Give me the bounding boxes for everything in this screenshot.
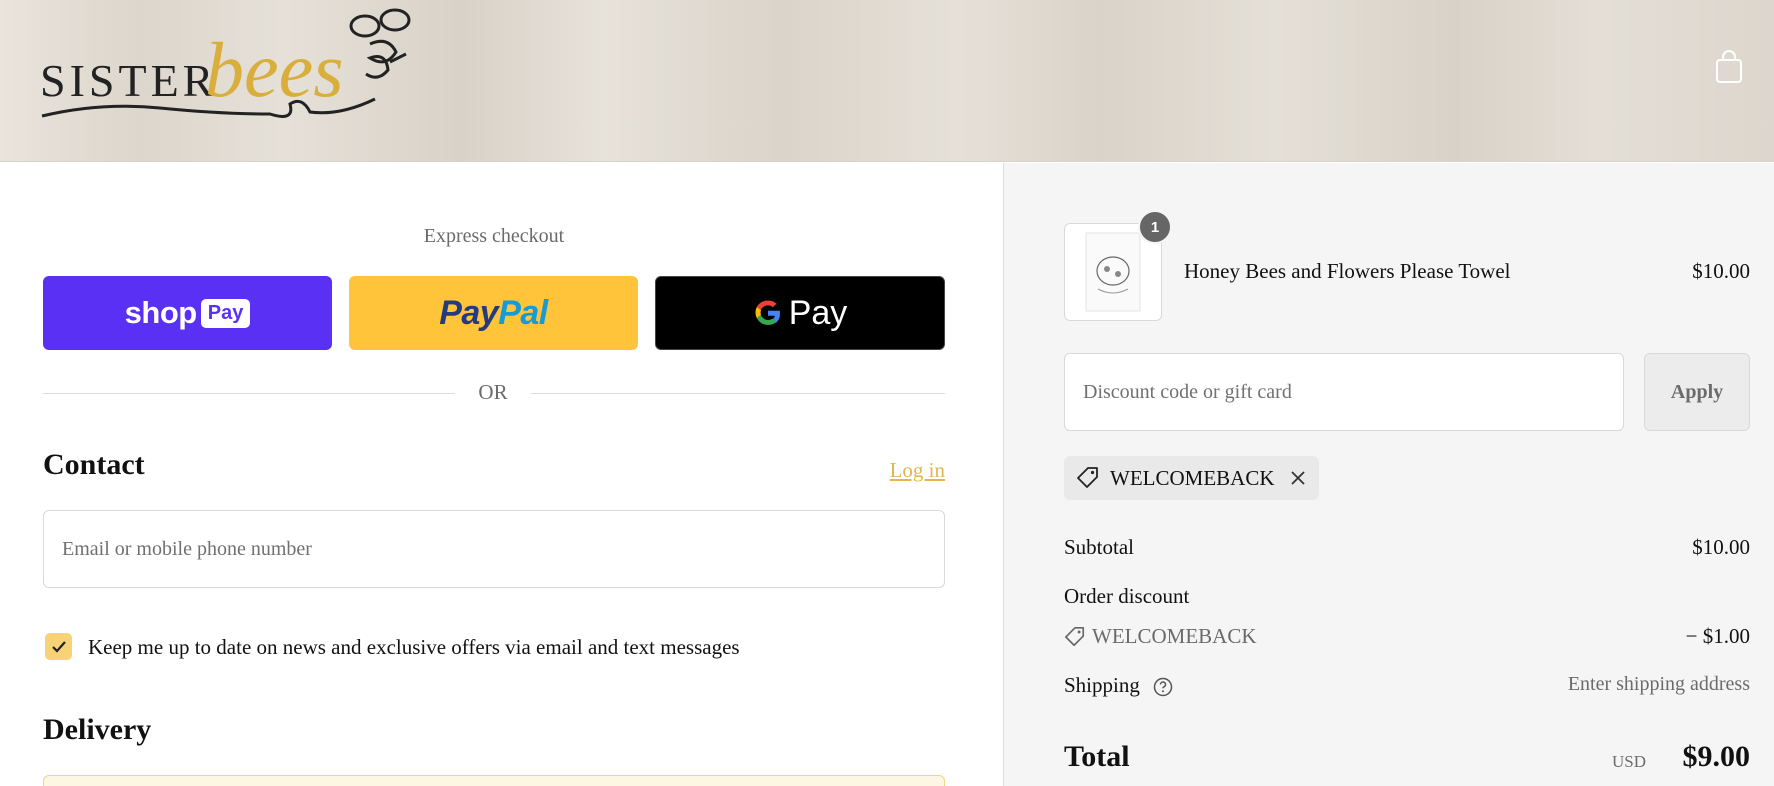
subtotal-value: $10.00 xyxy=(1692,535,1750,559)
logo-text-main: SISTER xyxy=(40,55,217,106)
total-value: $9.00 xyxy=(1682,740,1751,773)
product-name: Honey Bees and Flowers Please Towel xyxy=(1184,259,1511,283)
discount-code-input[interactable] xyxy=(1064,353,1624,431)
apply-discount-button[interactable]: Apply xyxy=(1644,353,1750,431)
marketing-checkbox-label[interactable]: Keep me up to date on news and exclusive… xyxy=(88,635,740,660)
tag-icon xyxy=(1065,626,1085,646)
shipping-row: Shipping xyxy=(1064,673,1173,698)
order-discount-value: − $1.00 xyxy=(1685,624,1750,648)
or-label: OR xyxy=(478,380,508,404)
email-field[interactable] xyxy=(43,510,945,588)
remove-discount-icon[interactable] xyxy=(1289,469,1307,487)
paypal-logo-pal: Pal xyxy=(498,293,548,332)
contact-heading: Contact xyxy=(43,448,145,481)
header: SISTER bees xyxy=(0,0,1774,162)
applied-discount-chip: WELCOMEBACK xyxy=(1064,456,1319,500)
shipping-value: Enter shipping address xyxy=(1567,673,1750,695)
paypal-button[interactable]: PayPal xyxy=(349,276,638,350)
shopping-bag-icon[interactable] xyxy=(1714,50,1744,84)
help-icon[interactable] xyxy=(1153,677,1173,697)
login-link[interactable]: Log in xyxy=(858,458,945,483)
delivery-section-box[interactable] xyxy=(43,775,945,786)
shop-pay-word: shop xyxy=(124,295,198,330)
tag-icon xyxy=(1077,467,1098,488)
shop-pay-badge: Pay xyxy=(200,298,251,328)
sister-bees-logo[interactable]: SISTER bees xyxy=(40,4,460,134)
paypal-logo: PayPal xyxy=(439,294,548,333)
google-pay-word: Pay xyxy=(788,293,848,332)
total-currency: USD xyxy=(1611,752,1646,771)
express-checkout-title: Express checkout xyxy=(423,225,565,247)
quantity-badge: 1 xyxy=(1138,210,1172,244)
checkout-form: Express checkout shop Pay PayPal Pay OR … xyxy=(0,163,1003,786)
logo-graphic: SISTER bees xyxy=(40,8,411,118)
product-price: $10.00 xyxy=(1692,259,1750,283)
delivery-heading: Delivery xyxy=(43,713,152,746)
or-divider-right xyxy=(531,393,945,394)
paypal-logo-pay: Pay xyxy=(439,293,499,332)
order-discount-code: WELCOMEBACK xyxy=(1092,624,1257,648)
google-pay-button[interactable]: Pay xyxy=(655,276,945,350)
google-g-icon xyxy=(755,300,780,325)
applied-discount-code: WELCOMEBACK xyxy=(1110,465,1275,490)
shop-pay-button[interactable]: shop Pay xyxy=(43,276,332,350)
checkmark-icon xyxy=(51,640,66,653)
order-discount-label: Order discount xyxy=(1064,584,1190,608)
total-label: Total xyxy=(1064,740,1130,773)
subtotal-label: Subtotal xyxy=(1064,535,1135,559)
bee-icon xyxy=(349,8,411,79)
order-discount-code-row: WELCOMEBACK xyxy=(1064,624,1257,649)
or-divider-left xyxy=(43,393,455,394)
shipping-label: Shipping xyxy=(1064,673,1140,697)
logo-text-script: bees xyxy=(205,26,344,113)
marketing-checkbox[interactable] xyxy=(45,633,72,660)
towel-image xyxy=(1085,232,1141,312)
order-summary: 1 Honey Bees and Flowers Please Towel $1… xyxy=(1004,163,1774,786)
